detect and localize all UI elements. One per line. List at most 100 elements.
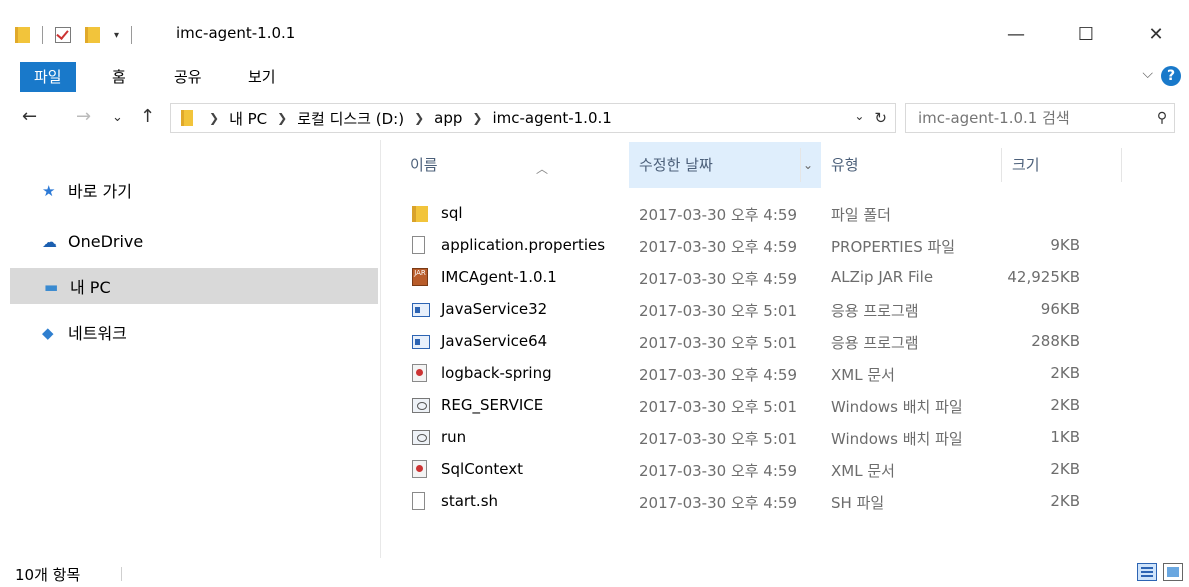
file-date: 2017-03-30 오후 4:59 <box>639 494 797 512</box>
file-name: SqlContext <box>441 460 523 478</box>
file-type: Windows 배치 파일 <box>831 398 963 416</box>
back-arrow-icon[interactable]: ← <box>22 106 37 127</box>
file-row[interactable]: start.sh 2017-03-30 오후 4:59 SH 파일 2KB <box>410 486 1110 518</box>
file-size: 288KB <box>1031 332 1080 350</box>
file-row[interactable]: application.properties 2017-03-30 오후 4:5… <box>410 230 1110 262</box>
folder-icon <box>181 110 193 126</box>
file-size: 1KB <box>1050 428 1080 446</box>
file-row[interactable]: JAR IMCAgent-1.0.1 2017-03-30 오후 4:59 AL… <box>410 262 1110 294</box>
address-bar[interactable]: ❯ 내 PC ❯ 로컬 디스크 (D:) ❯ app ❯ imc-agent-1… <box>170 103 896 133</box>
file-name: application.properties <box>441 236 606 254</box>
column-divider[interactable] <box>800 148 801 182</box>
file-size: 96KB <box>1040 300 1080 318</box>
new-folder-icon[interactable] <box>85 27 100 43</box>
nav-item-this-pc[interactable]: ▬ 내 PC <box>10 268 378 304</box>
column-label: 이름 <box>410 156 438 174</box>
search-box[interactable]: ⚲ <box>905 103 1175 133</box>
file-type: XML 문서 <box>831 366 895 384</box>
column-divider[interactable] <box>1001 148 1002 182</box>
minimize-button[interactable]: — <box>993 24 1039 45</box>
nav-item-network[interactable]: ◆ 네트워크 <box>10 314 378 350</box>
up-arrow-icon[interactable]: ↑ <box>140 106 155 127</box>
refresh-icon[interactable]: ↻ <box>874 109 887 127</box>
status-divider <box>121 567 122 581</box>
nav-item-label: 네트워크 <box>68 324 127 343</box>
nav-item-onedrive[interactable]: ☁ OneDrive <box>10 223 378 259</box>
address-history-icon[interactable]: ⌄ <box>854 109 864 127</box>
large-icons-view-icon[interactable] <box>1163 563 1183 581</box>
column-divider[interactable] <box>1121 148 1122 182</box>
folder-icon[interactable] <box>15 27 30 43</box>
customize-toolbar-icon[interactable]: ▾ <box>114 30 119 41</box>
file-date: 2017-03-30 오후 5:01 <box>639 430 797 448</box>
quick-access-toolbar: ▾ <box>15 24 138 46</box>
tab-home[interactable]: 홈 <box>98 62 140 92</box>
file-size: 2KB <box>1050 396 1080 414</box>
breadcrumb-my-pc[interactable]: 내 PC <box>229 108 267 129</box>
file-row[interactable]: logback-spring 2017-03-30 오후 4:59 XML 문서… <box>410 358 1110 390</box>
breadcrumb-app[interactable]: app <box>434 109 462 127</box>
file-row[interactable]: SqlContext 2017-03-30 오후 4:59 XML 문서 2KB <box>410 454 1110 486</box>
breadcrumb-separator[interactable]: ❯ <box>277 111 287 125</box>
pane-divider[interactable] <box>380 140 381 558</box>
file-date: 2017-03-30 오후 5:01 <box>639 398 797 416</box>
breadcrumb-separator[interactable]: ❯ <box>209 111 219 125</box>
file-type: SH 파일 <box>831 494 885 512</box>
breadcrumb-separator[interactable]: ❯ <box>414 111 424 125</box>
column-header-size[interactable]: 크기 <box>1012 142 1122 188</box>
recent-locations-icon[interactable]: ⌄ <box>112 110 123 125</box>
file-type: ALZip JAR File <box>831 268 934 286</box>
file-icon <box>412 492 425 510</box>
window-title: imc-agent-1.0.1 <box>176 24 296 42</box>
navigation-bar: ← → ⌄ ↑ ❯ 내 PC ❯ 로컬 디스크 (D:) ❯ app ❯ imc… <box>0 100 1189 136</box>
column-header-type[interactable]: 유형 <box>831 142 991 188</box>
exe-icon <box>412 335 430 349</box>
folder-icon <box>412 206 428 222</box>
file-size: 2KB <box>1050 492 1080 510</box>
breadcrumb-local-disk[interactable]: 로컬 디스크 (D:) <box>297 108 404 129</box>
column-header-name[interactable]: 이름 ︿ <box>410 142 610 188</box>
chevron-down-icon[interactable]: ⌄ <box>803 142 813 188</box>
file-size: 2KB <box>1050 460 1080 478</box>
maximize-button[interactable]: ☐ <box>1063 24 1109 45</box>
file-row[interactable]: run 2017-03-30 오후 5:01 Windows 배치 파일 1KB <box>410 422 1110 454</box>
batch-icon <box>412 398 430 413</box>
file-row[interactable]: sql 2017-03-30 오후 4:59 파일 폴더 <box>410 198 1110 230</box>
sort-ascending-icon: ︿ <box>536 162 549 176</box>
nav-item-quick-access[interactable]: ★ 바로 가기 <box>10 172 378 208</box>
column-label: 수정한 날짜 <box>639 156 713 174</box>
file-row[interactable]: JavaService32 2017-03-30 오후 5:01 응용 프로그램… <box>410 294 1110 326</box>
nav-item-label: OneDrive <box>68 231 144 251</box>
column-header-date[interactable]: 수정한 날짜 ⌄ <box>629 142 821 188</box>
file-date: 2017-03-30 오후 4:59 <box>639 270 797 288</box>
breadcrumb-current[interactable]: imc-agent-1.0.1 <box>492 109 611 127</box>
column-label: 유형 <box>831 156 859 174</box>
file-type: 파일 폴더 <box>831 206 891 224</box>
file-row[interactable]: REG_SERVICE 2017-03-30 오후 5:01 Windows 배… <box>410 390 1110 422</box>
file-date: 2017-03-30 오후 4:59 <box>639 206 797 224</box>
tab-share[interactable]: 공유 <box>160 62 216 92</box>
search-input[interactable] <box>906 108 1150 128</box>
expand-ribbon-icon[interactable]: ⌵ <box>1142 66 1153 82</box>
file-row[interactable]: JavaService64 2017-03-30 오후 5:01 응용 프로그램… <box>410 326 1110 358</box>
search-icon[interactable]: ⚲ <box>1150 110 1174 126</box>
jar-icon: JAR <box>412 268 428 286</box>
file-date: 2017-03-30 오후 4:59 <box>639 366 797 384</box>
tab-file[interactable]: 파일 <box>20 62 76 92</box>
file-name: JavaService32 <box>441 300 548 318</box>
properties-icon[interactable] <box>55 27 71 43</box>
tab-view[interactable]: 보기 <box>234 62 290 92</box>
breadcrumb-separator[interactable]: ❯ <box>472 111 482 125</box>
file-size: 2KB <box>1050 364 1080 382</box>
help-icon[interactable]: ? <box>1161 66 1181 86</box>
file-name: start.sh <box>441 492 499 510</box>
details-view-icon[interactable] <box>1137 563 1157 581</box>
file-date: 2017-03-30 오후 5:01 <box>639 302 797 320</box>
file-type: 응용 프로그램 <box>831 302 919 320</box>
toolbar-divider <box>131 26 133 44</box>
xml-icon <box>412 460 427 478</box>
batch-icon <box>412 430 430 445</box>
close-button[interactable]: ✕ <box>1133 24 1179 45</box>
file-date: 2017-03-30 오후 4:59 <box>639 238 797 256</box>
forward-arrow-icon[interactable]: → <box>76 106 91 127</box>
